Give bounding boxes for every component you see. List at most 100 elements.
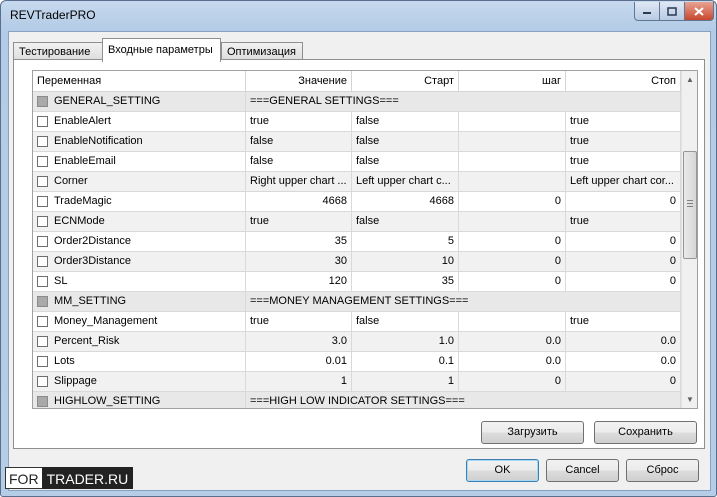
variable-cell[interactable]: Order2Distance xyxy=(33,232,246,252)
start-cell[interactable]: false xyxy=(352,212,459,232)
value-cell[interactable]: 0.01 xyxy=(246,352,352,372)
variable-cell[interactable]: Lots xyxy=(33,352,246,372)
start-cell[interactable]: Left upper chart c... xyxy=(352,172,459,192)
start-cell[interactable]: 4668 xyxy=(352,192,459,212)
variable-cell[interactable]: GENERAL_SETTING xyxy=(33,92,246,112)
parameter-row[interactable]: Lots 0.01 0.1 0.0 0.0 xyxy=(33,352,681,372)
cancel-button[interactable]: Cancel xyxy=(546,459,619,482)
optimize-checkbox[interactable] xyxy=(37,236,48,247)
optimize-checkbox[interactable] xyxy=(37,176,48,187)
optimize-checkbox[interactable] xyxy=(37,316,48,327)
optimize-checkbox[interactable] xyxy=(37,376,48,387)
minimize-button[interactable] xyxy=(634,2,660,21)
start-cell[interactable]: 35 xyxy=(352,272,459,292)
start-cell[interactable]: false xyxy=(352,132,459,152)
column-header-start[interactable]: Старт xyxy=(352,71,459,92)
value-cell[interactable]: 35 xyxy=(246,232,352,252)
optimize-checkbox[interactable] xyxy=(37,116,48,127)
group-row[interactable]: MM_SETTING ===MONEY MANAGEMENT SETTINGS==… xyxy=(33,292,681,312)
parameter-row[interactable]: EnableNotification false false true xyxy=(33,132,681,152)
variable-cell[interactable]: Percent_Risk xyxy=(33,332,246,352)
start-cell[interactable]: 0.1 xyxy=(352,352,459,372)
column-header-step[interactable]: шаг xyxy=(459,71,566,92)
parameter-row[interactable]: Order2Distance 35 5 0 0 xyxy=(33,232,681,252)
start-cell[interactable]: 10 xyxy=(352,252,459,272)
value-cell[interactable]: true xyxy=(246,312,352,332)
step-cell[interactable]: 0.0 xyxy=(459,332,566,352)
group-row[interactable]: HIGHLOW_SETTING ===HIGH LOW INDICATOR SET… xyxy=(33,392,681,408)
value-cell[interactable]: 30 xyxy=(246,252,352,272)
stop-cell[interactable]: true xyxy=(566,152,681,172)
optimize-checkbox[interactable] xyxy=(37,356,48,367)
column-header-variable[interactable]: Переменная xyxy=(33,71,246,92)
optimize-checkbox[interactable] xyxy=(37,136,48,147)
stop-cell[interactable]: 0 xyxy=(566,252,681,272)
column-header-stop[interactable]: Стоп xyxy=(566,71,681,92)
stop-cell[interactable]: true xyxy=(566,312,681,332)
step-cell[interactable] xyxy=(459,172,566,192)
parameter-row[interactable]: TradeMagic 4668 4668 0 0 xyxy=(33,192,681,212)
value-cell[interactable]: true xyxy=(246,212,352,232)
start-cell[interactable]: 5 xyxy=(352,232,459,252)
optimize-checkbox[interactable] xyxy=(37,156,48,167)
parameter-row[interactable]: SL 120 35 0 0 xyxy=(33,272,681,292)
group-row[interactable]: GENERAL_SETTING ===GENERAL SETTINGS=== xyxy=(33,92,681,112)
ok-button[interactable]: OK xyxy=(466,459,539,482)
stop-cell[interactable]: true xyxy=(566,212,681,232)
variable-cell[interactable]: HIGHLOW_SETTING xyxy=(33,392,246,408)
variable-cell[interactable]: ECNMode xyxy=(33,212,246,232)
value-cell[interactable]: 1 xyxy=(246,372,352,392)
title-bar[interactable]: REVTraderPRO xyxy=(1,1,716,31)
step-cell[interactable] xyxy=(459,132,566,152)
start-cell[interactable]: false xyxy=(352,312,459,332)
scroll-up-arrow-icon[interactable]: ▲ xyxy=(682,71,697,88)
variable-cell[interactable]: EnableAlert xyxy=(33,112,246,132)
scrollbar-thumb[interactable] xyxy=(683,151,697,259)
variable-cell[interactable]: EnableEmail xyxy=(33,152,246,172)
optimize-checkbox[interactable] xyxy=(37,216,48,227)
stop-cell[interactable]: true xyxy=(566,112,681,132)
variable-cell[interactable]: Money_Management xyxy=(33,312,246,332)
variable-cell[interactable]: SL xyxy=(33,272,246,292)
close-button[interactable] xyxy=(684,2,714,21)
step-cell[interactable]: 0 xyxy=(459,232,566,252)
parameter-row[interactable]: ECNMode true false true xyxy=(33,212,681,232)
parameter-row[interactable]: EnableEmail false false true xyxy=(33,152,681,172)
step-cell[interactable]: 0 xyxy=(459,192,566,212)
step-cell[interactable] xyxy=(459,312,566,332)
value-cell[interactable]: false xyxy=(246,132,352,152)
stop-cell[interactable]: 0.0 xyxy=(566,332,681,352)
start-cell[interactable]: 1.0 xyxy=(352,332,459,352)
stop-cell[interactable]: 0 xyxy=(566,372,681,392)
maximize-button[interactable] xyxy=(659,2,685,21)
optimize-checkbox[interactable] xyxy=(37,276,48,287)
save-button[interactable]: Сохранить xyxy=(594,421,697,444)
reset-button[interactable]: Сброс xyxy=(626,459,699,482)
parameter-row[interactable]: Corner Right upper chart ... Left upper ch… xyxy=(33,172,681,192)
tab-input-parameters[interactable]: Входные параметры xyxy=(102,38,221,62)
stop-cell[interactable]: 0 xyxy=(566,272,681,292)
load-button[interactable]: Загрузить xyxy=(481,421,584,444)
stop-cell[interactable]: true xyxy=(566,132,681,152)
parameter-row[interactable]: Slippage 1 1 0 0 xyxy=(33,372,681,392)
column-header-value[interactable]: Значение xyxy=(246,71,352,92)
parameter-row[interactable]: Order3Distance 30 10 0 0 xyxy=(33,252,681,272)
value-cell[interactable]: false xyxy=(246,152,352,172)
value-cell[interactable]: 120 xyxy=(246,272,352,292)
variable-cell[interactable]: MM_SETTING xyxy=(33,292,246,312)
value-cell[interactable]: 4668 xyxy=(246,192,352,212)
variable-cell[interactable]: EnableNotification xyxy=(33,132,246,152)
stop-cell[interactable]: Left upper chart cor... xyxy=(566,172,681,192)
stop-cell[interactable]: 0.0 xyxy=(566,352,681,372)
vertical-scrollbar[interactable]: ▲ ▼ xyxy=(681,71,697,408)
start-cell[interactable]: 1 xyxy=(352,372,459,392)
variable-cell[interactable]: TradeMagic xyxy=(33,192,246,212)
variable-cell[interactable]: Order3Distance xyxy=(33,252,246,272)
optimize-checkbox[interactable] xyxy=(37,256,48,267)
parameter-row[interactable]: EnableAlert true false true xyxy=(33,112,681,132)
variable-cell[interactable]: Corner xyxy=(33,172,246,192)
optimize-checkbox[interactable] xyxy=(37,336,48,347)
stop-cell[interactable]: 0 xyxy=(566,192,681,212)
start-cell[interactable]: false xyxy=(352,152,459,172)
step-cell[interactable]: 0.0 xyxy=(459,352,566,372)
